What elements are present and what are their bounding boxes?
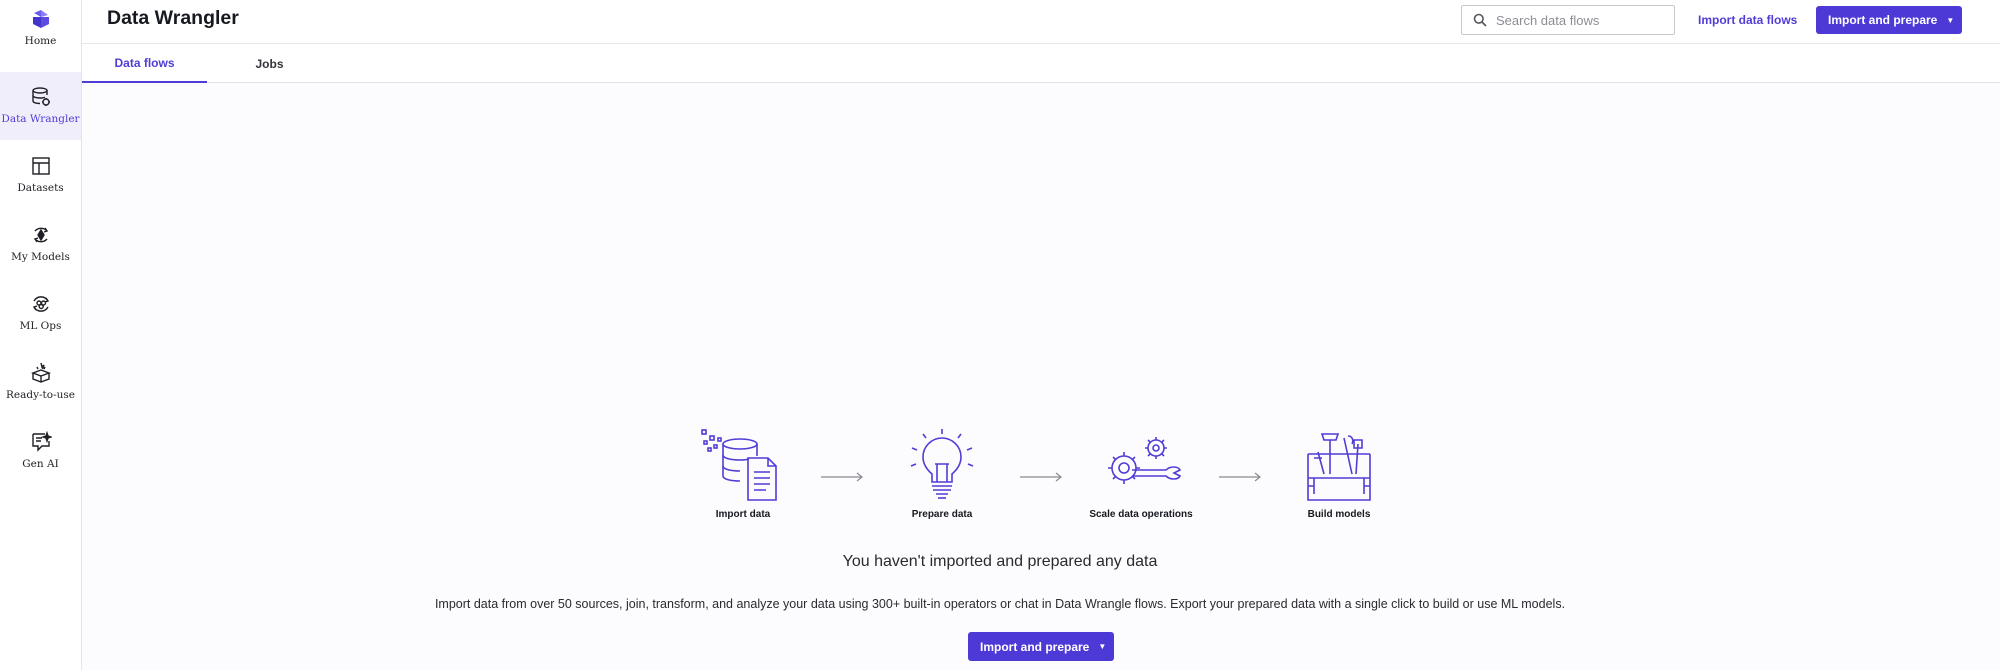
database-wrench-icon <box>31 87 50 106</box>
toolbox-icon <box>1307 433 1371 501</box>
home-logo-icon <box>32 10 49 28</box>
empty-state-description: Import data from over 50 sources, join, … <box>434 597 1566 611</box>
step-label: Build models <box>1307 509 1371 520</box>
sidebar-item-label: Ready-to-use <box>5 389 76 401</box>
sidebar-item-ml-ops[interactable]: ML Ops <box>0 293 81 359</box>
page-header: Data Wrangler Import data flows Import a… <box>82 0 2000 44</box>
tab-bar: Data flows Jobs <box>82 44 2000 83</box>
sidebar-item-data-wrangler[interactable]: Data Wrangler <box>0 72 81 140</box>
tab-jobs[interactable]: Jobs <box>207 44 332 83</box>
step-label: Scale data operations <box>1089 509 1193 520</box>
model-cycle-icon <box>33 227 48 243</box>
caret-down-icon: ▼ <box>1946 15 1955 25</box>
search-field[interactable] <box>1461 5 1675 35</box>
step-label: Prepare data <box>911 509 973 520</box>
ml-ops-icon <box>32 296 49 312</box>
sidebar-item-datasets[interactable]: Datasets <box>0 155 81 221</box>
step-label: Import data <box>715 509 771 520</box>
sidebar-item-label: Datasets <box>17 182 64 194</box>
sidebar-item-ready-to-use[interactable]: Ready-to-use <box>0 362 81 428</box>
button-label: Import and prepare <box>980 639 1090 654</box>
tab-data-flows[interactable]: Data flows <box>82 44 207 83</box>
table-icon <box>31 157 50 175</box>
database-document-icon <box>701 429 777 501</box>
import-data-flows-button[interactable]: Import data flows <box>1698 13 1797 27</box>
empty-state-import-and-prepare-button[interactable]: Import and prepare ▼ <box>968 632 1114 661</box>
workflow-steps: Import data Prepare data Scale data oper… <box>0 428 2000 538</box>
sidebar-item-label: Data Wrangler <box>1 113 80 125</box>
empty-state-title: You haven't imported and prepared any da… <box>842 553 1158 570</box>
gears-wrench-icon <box>1108 437 1182 484</box>
step-build-models: Build models <box>1274 428 1404 520</box>
step-import-data: Import data <box>678 428 808 520</box>
button-label: Import and prepare <box>1828 13 1938 27</box>
search-icon <box>1473 13 1487 27</box>
step-scale-data-operations: Scale data operations <box>1076 428 1206 520</box>
lightbulb-icon <box>910 429 974 499</box>
box-spark-icon <box>30 362 51 383</box>
arrow-right-icon <box>821 472 863 482</box>
sidebar-item-label: Home <box>24 35 57 47</box>
sidebar-item-my-models[interactable]: My Models <box>0 224 81 290</box>
import-and-prepare-button[interactable]: Import and prepare ▼ <box>1816 6 1962 34</box>
caret-down-icon: ▼ <box>1098 642 1107 651</box>
page-title: Data Wrangler <box>107 7 239 29</box>
step-prepare-data: Prepare data <box>877 428 1007 520</box>
sidebar-item-label: ML Ops <box>19 320 62 332</box>
search-input[interactable] <box>1496 12 1666 28</box>
sidebar-item-home[interactable]: Home <box>0 8 81 58</box>
arrow-right-icon <box>1020 472 1062 482</box>
sidebar-item-label: My Models <box>11 251 70 263</box>
arrow-right-icon <box>1219 472 1261 482</box>
